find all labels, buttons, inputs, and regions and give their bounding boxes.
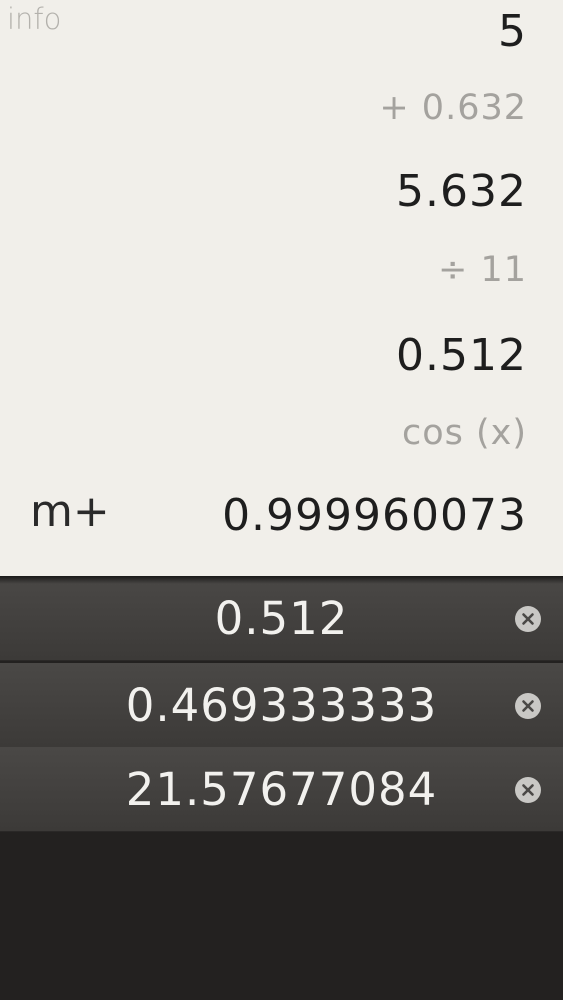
current-result: 0.999960073 <box>222 490 527 541</box>
calculator-app: info 5 + 0.632 5.632 ÷ 11 0.512 cos (x) … <box>0 0 563 1000</box>
memory-list: 0.512 0.469333333 21.57677084 <box>0 576 563 1000</box>
tape-operation: + 0.632 <box>379 88 527 128</box>
memory-add-button[interactable]: m+ <box>30 486 110 537</box>
close-circle-icon[interactable] <box>515 777 541 803</box>
tape-operation: ÷ 11 <box>438 250 527 290</box>
tape-result: 5.632 <box>396 166 527 217</box>
close-circle-icon[interactable] <box>515 693 541 719</box>
memory-item-value: 0.512 <box>214 592 349 645</box>
close-circle-icon[interactable] <box>515 606 541 632</box>
tape-result: 0.512 <box>396 330 527 381</box>
calculation-tape: info 5 + 0.632 5.632 ÷ 11 0.512 cos (x) … <box>0 0 563 576</box>
memory-item[interactable]: 0.469333333 <box>0 663 563 748</box>
memory-item-value: 0.469333333 <box>125 679 438 732</box>
memory-item[interactable]: 21.57677084 <box>0 747 563 832</box>
info-link[interactable]: info <box>7 2 61 36</box>
memory-item[interactable]: 0.512 <box>0 576 563 661</box>
tape-operation: cos (x) <box>401 413 527 453</box>
memory-item-value: 21.57677084 <box>125 763 438 816</box>
tape-result: 5 <box>498 6 527 57</box>
memory-divider-shadow <box>0 576 563 584</box>
